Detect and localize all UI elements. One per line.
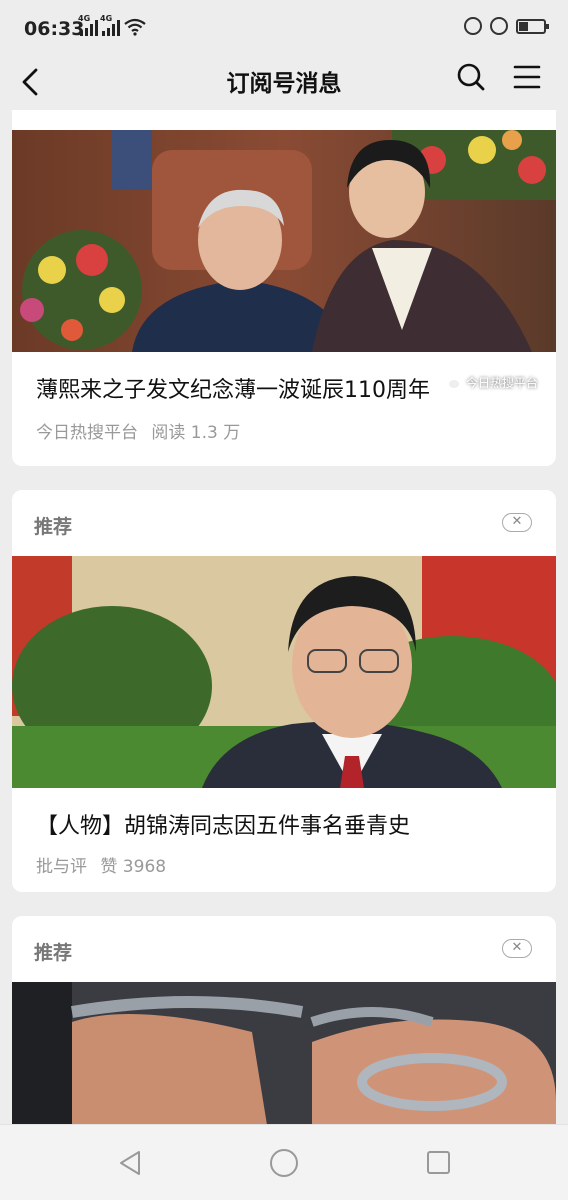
article-card[interactable]: 推荐 ✕ (12, 916, 556, 1124)
watermark-text: 今日热搜平台 (465, 375, 538, 390)
recommend-label: 推荐 (34, 942, 73, 964)
status-time: 06:33 (24, 18, 85, 40)
article-image-portrait[interactable] (12, 556, 556, 788)
signal-icon: 4G (78, 14, 98, 36)
system-home-icon[interactable] (270, 1149, 298, 1177)
signal-2-label: 4G (100, 14, 113, 23)
signal-icon-2: 4G (100, 14, 120, 36)
menu-icon[interactable] (512, 62, 542, 92)
search-icon[interactable] (456, 62, 486, 92)
article-source: 今日热搜平台 (36, 423, 138, 443)
article-card[interactable]: 推荐 ✕ 【人物】胡锦涛同志因五件事名垂青史 批与评 赞 3968 (12, 490, 556, 892)
card-header: 推荐 ✕ (12, 916, 556, 982)
article-source: 批与评 (36, 857, 87, 877)
status-bar: 06:33 4G 4G (0, 0, 568, 56)
article-title[interactable]: 【人物】胡锦涛同志因五件事名垂青史 (36, 808, 410, 840)
system-back-icon[interactable] (117, 1149, 143, 1177)
battery-icon (516, 18, 549, 34)
article-stats: 赞 3968 (100, 857, 167, 877)
rotation-lock-icon (490, 17, 508, 35)
signal-1-label: 4G (78, 14, 91, 23)
article-image-handcuffs[interactable] (12, 982, 556, 1124)
system-recents-icon[interactable] (427, 1151, 450, 1174)
article-title[interactable]: 薄熙来之子发文纪念薄一波诞辰110周年 (36, 372, 430, 404)
wechat-icon (442, 376, 459, 388)
status-right-group (464, 17, 549, 35)
article-meta: 批与评 赞 3968 (36, 852, 166, 877)
article-meta: 今日热搜平台 阅读 1.3 万 (36, 418, 240, 443)
eye-comfort-icon (464, 17, 482, 35)
image-watermark: 今日热搜平台 (442, 312, 538, 452)
card-header: 推荐 ✕ (12, 490, 556, 556)
nav-bar: 订阅号消息 (0, 56, 568, 110)
article-card[interactable]: 今日热搜平台 薄熙来之子发文纪念薄一波诞辰110周年 今日热搜平台 阅读 1.3… (12, 110, 556, 466)
article-stats: 阅读 1.3 万 (151, 423, 241, 443)
message-feed[interactable]: 今日热搜平台 薄熙来之子发文纪念薄一波诞辰110周年 今日热搜平台 阅读 1.3… (0, 110, 568, 1124)
recommend-label: 推荐 (34, 516, 73, 538)
close-icon[interactable]: ✕ (502, 513, 532, 532)
wifi-icon (124, 18, 146, 36)
close-icon[interactable]: ✕ (502, 939, 532, 958)
system-nav-bar (0, 1124, 568, 1200)
